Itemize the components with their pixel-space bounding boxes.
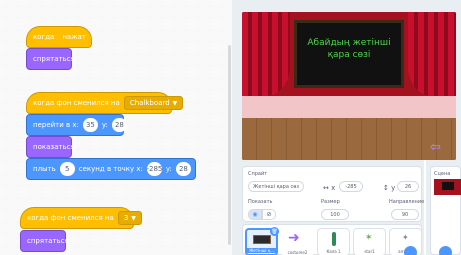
sprite-tile[interactable]: Кала 1 [317,228,350,255]
goto-xy-block[interactable]: перейти в x: 35 y: 28 [26,114,127,136]
when-backdrop-label: когда фон сменился на [33,99,120,107]
goto-label: перейти в x: [33,121,79,129]
clicked-label: нажат [62,33,86,41]
direction-label: Направление [389,199,425,205]
stage-wall [242,96,456,118]
figure-thumbnail-icon [332,232,336,246]
sprite-info-panel: Спрайт Жетінші қара сөз ↔ x -285 ↕ y 26 … [242,166,425,222]
size-field[interactable]: 100 [321,209,349,220]
sprite-label: Спрайт [248,171,268,177]
backdrop-dropdown-value: 3 [123,214,129,222]
glide-x-input[interactable]: -285 [146,162,162,176]
code-workspace[interactable]: когда нажат спрятаться когда фон сменилс… [0,0,232,255]
hide-sprite-eye-icon[interactable]: ⊘ [262,209,276,220]
backdrop-dropdown-value: Chalkboard [129,99,170,107]
goto-y-input[interactable]: 28 [111,118,127,132]
star-thumbnail-icon: ✶ [365,233,373,243]
glide-block[interactable]: плыть 5 секунд в точку x: -285 y: 28 [26,158,196,180]
add-backdrop-button[interactable] [439,246,452,255]
board-title-line2: қара сөзі [327,50,371,60]
backdrop-dropdown-2[interactable]: 3 ▼ [117,211,142,225]
sprite-thumbnail-icon: ✦ [402,233,409,242]
sprite-list: 🗑 Жетінші қ... ➜ costume2 Кала 1 ✶ star1… [242,224,422,255]
arrow-sprite-icon[interactable]: ⇦ [430,140,441,155]
hide-label: спрятаться [33,55,75,63]
hide-block[interactable]: спрятаться [26,48,75,70]
show-label: показаться [33,143,75,151]
sprite-name: costume2 [287,250,308,255]
when-label: когда [33,33,55,41]
when-backdrop-switches-block-2[interactable]: когда фон сменился на 3 ▼ [20,207,142,229]
when-backdrop-switches-block[interactable]: когда фон сменился на Chalkboard ▼ [26,92,184,114]
sprite-x-field[interactable]: -285 [339,181,363,192]
sprite-name: Жетінші қ... [247,248,276,253]
glide-secs-input[interactable]: 5 [59,162,75,176]
delete-sprite-icon[interactable]: 🗑 [270,227,279,236]
x-arrows-icon: ↔ x [323,184,336,192]
sprite-tile[interactable]: ➜ costume2 [281,228,314,255]
chalkboard-thumbnail-icon [253,235,271,244]
show-sprite-eye-icon[interactable]: ◉ [248,209,262,220]
right-curtain [408,12,456,96]
stage-floor [242,118,456,160]
stage-thumbnail [434,179,461,195]
pane-divider [232,0,240,255]
y-label: y: [101,121,108,129]
glide-y-input[interactable]: 28 [175,162,191,176]
sprite-name-field[interactable]: Жетінші қара сөз [248,181,304,192]
sprite-name: Кала 1 [326,249,341,254]
show-block[interactable]: показаться [26,136,75,158]
y-label: y: [165,165,172,173]
sprite-name: star1 [364,249,375,254]
chevron-down-icon: ▼ [131,214,136,222]
left-curtain [242,12,290,96]
sprite-tile-selected[interactable]: 🗑 Жетінші қ... [245,227,279,255]
chalkboard: Абайдың жетінші қара сөзі [294,20,404,88]
arrow-thumbnail-icon: ➜ [288,230,300,246]
when-backdrop-label: когда фон сменился на [27,214,114,222]
size-label: Размер [321,199,340,205]
sprite-y-field[interactable]: 26 [397,181,419,192]
when-flag-clicked-block[interactable]: когда нажат [26,26,92,48]
direction-field[interactable]: 90 [391,209,419,220]
stage-area: Абайдың жетінші қара сөзі ⇦ [240,0,461,160]
stage-canvas[interactable]: Абайдың жетінші қара сөзі ⇦ [242,12,456,160]
sprite-pane: Спрайт Жетінші қара сөз ↔ x -285 ↕ y 26 … [240,160,424,255]
glide-label: плыть [33,165,56,173]
add-sprite-button[interactable] [404,246,417,255]
stage-selector: Сцена [426,160,461,255]
goto-x-input[interactable]: 35 [82,118,98,132]
board-title-line1: Абайдың жетінші [307,38,391,48]
glide-to-label: секунд в точку x: [78,165,143,173]
stage-card[interactable]: Сцена [430,166,461,255]
show-label: Показать [248,199,273,205]
backdrop-dropdown[interactable]: Chalkboard ▼ [123,96,184,110]
hide-block-2[interactable]: спрятаться [20,230,69,252]
y-arrows-icon: ↕ y [383,184,396,192]
hide-label: спрятаться [27,237,69,245]
chevron-down-icon: ▼ [172,99,178,107]
workspace-scrollbar[interactable] [228,45,231,245]
stage-label: Сцена [434,171,451,177]
sprite-tile[interactable]: ✶ star1 [353,228,386,255]
